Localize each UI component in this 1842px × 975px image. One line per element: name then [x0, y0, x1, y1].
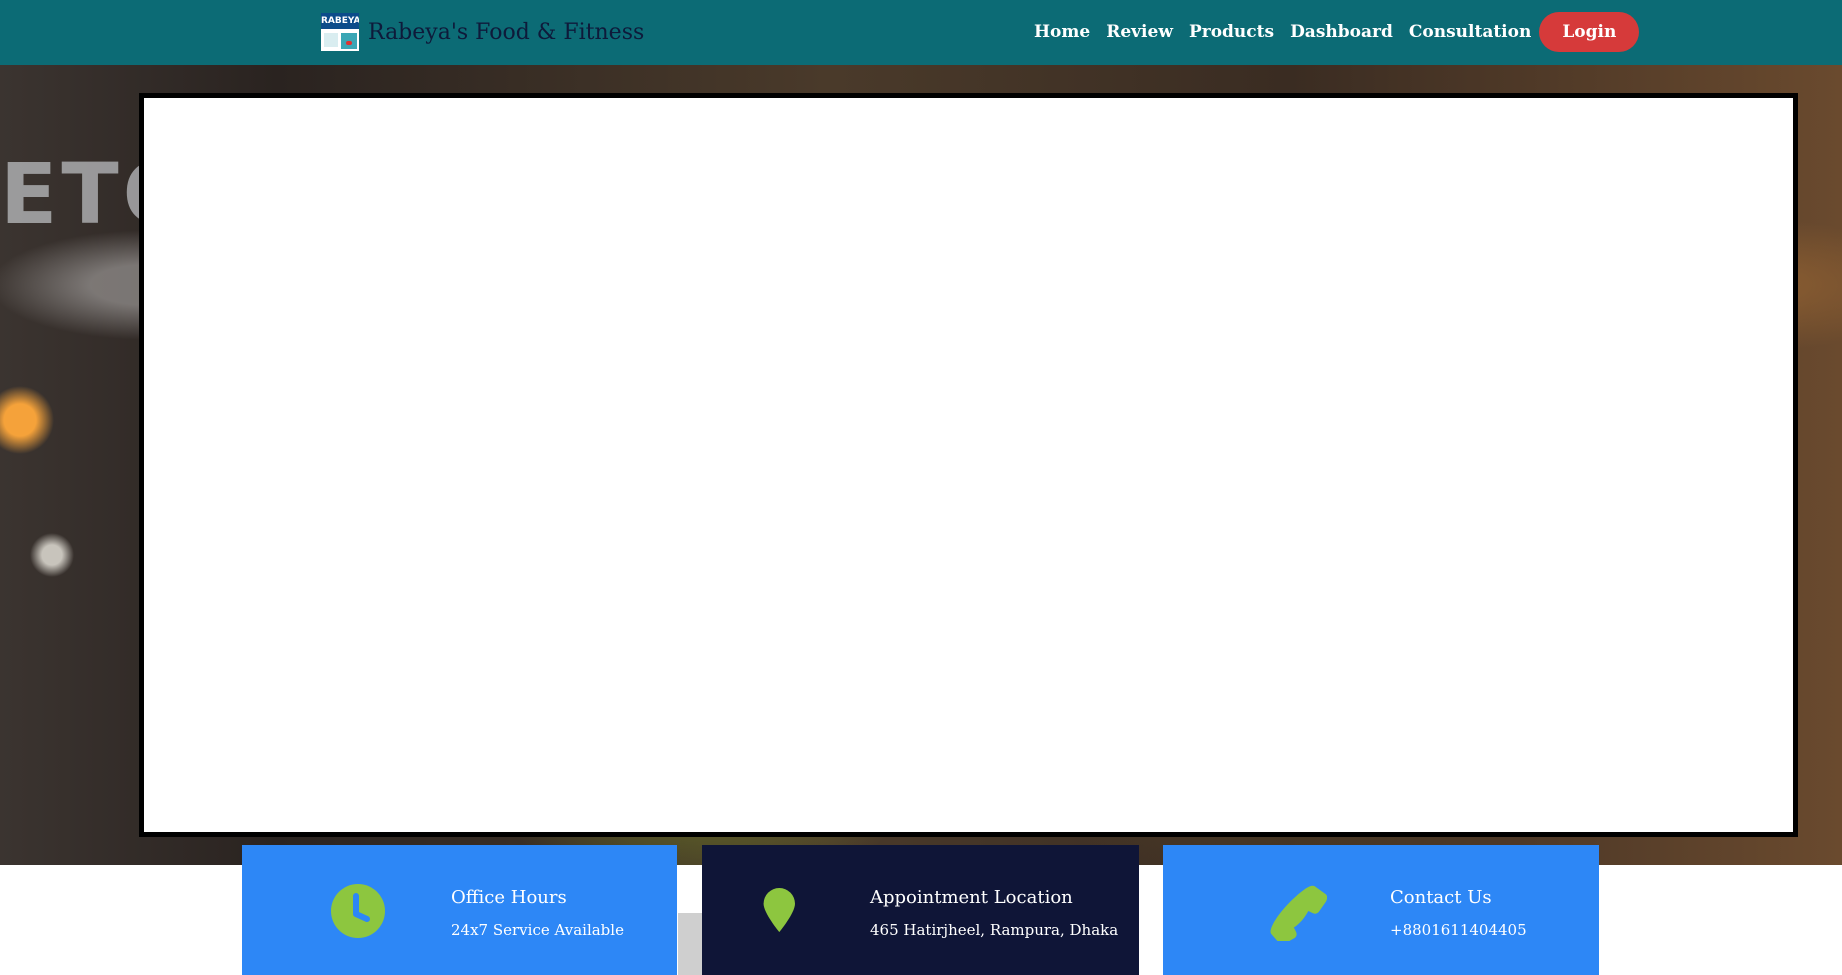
clock-icon [331, 884, 385, 938]
info-card-office-hours: Office Hours 24x7 Service Available [242, 845, 677, 975]
navbar: RABEYA Rabeya's Food & Fitness Home Revi… [0, 0, 1842, 65]
info-card-title: Office Hours [451, 887, 567, 908]
info-card-location: Appointment Location 465 Hatirjheel, Ram… [702, 845, 1139, 975]
divider-strip [678, 913, 702, 975]
phone-icon[interactable] [1269, 883, 1327, 941]
info-card-title: Contact Us [1390, 887, 1492, 908]
info-card-text[interactable]: +8801611404405 [1390, 921, 1527, 939]
info-card-text: 24x7 Service Available [451, 921, 624, 939]
info-card-contact: Contact Us +8801611404405 [1163, 845, 1599, 975]
info-card-text: 465 Hatirjheel, Rampura, Dhaka [870, 921, 1119, 939]
map-pin-icon [763, 888, 795, 932]
hero-background-sign: ETO [0, 145, 199, 243]
logo-shape [324, 33, 338, 47]
nav-products[interactable]: Products [1189, 22, 1274, 42]
nav-home[interactable]: Home [1034, 22, 1090, 42]
nav-consultation[interactable]: Consultation [1409, 22, 1532, 42]
nav-review[interactable]: Review [1106, 22, 1173, 42]
brand[interactable]: RABEYA Rabeya's Food & Fitness [320, 12, 644, 52]
login-button[interactable]: Login [1539, 12, 1640, 52]
brand-name[interactable]: Rabeya's Food & Fitness [368, 20, 644, 45]
main-nav: Home Review Products Dashboard Consultat… [1034, 12, 1640, 52]
nav-dashboard[interactable]: Dashboard [1290, 22, 1393, 42]
logo-shape [346, 41, 352, 45]
logo-text: RABEYA [321, 13, 359, 29]
brand-logo[interactable]: RABEYA [320, 12, 360, 52]
hero-content-frame [139, 93, 1798, 837]
info-card-title: Appointment Location [870, 887, 1073, 908]
